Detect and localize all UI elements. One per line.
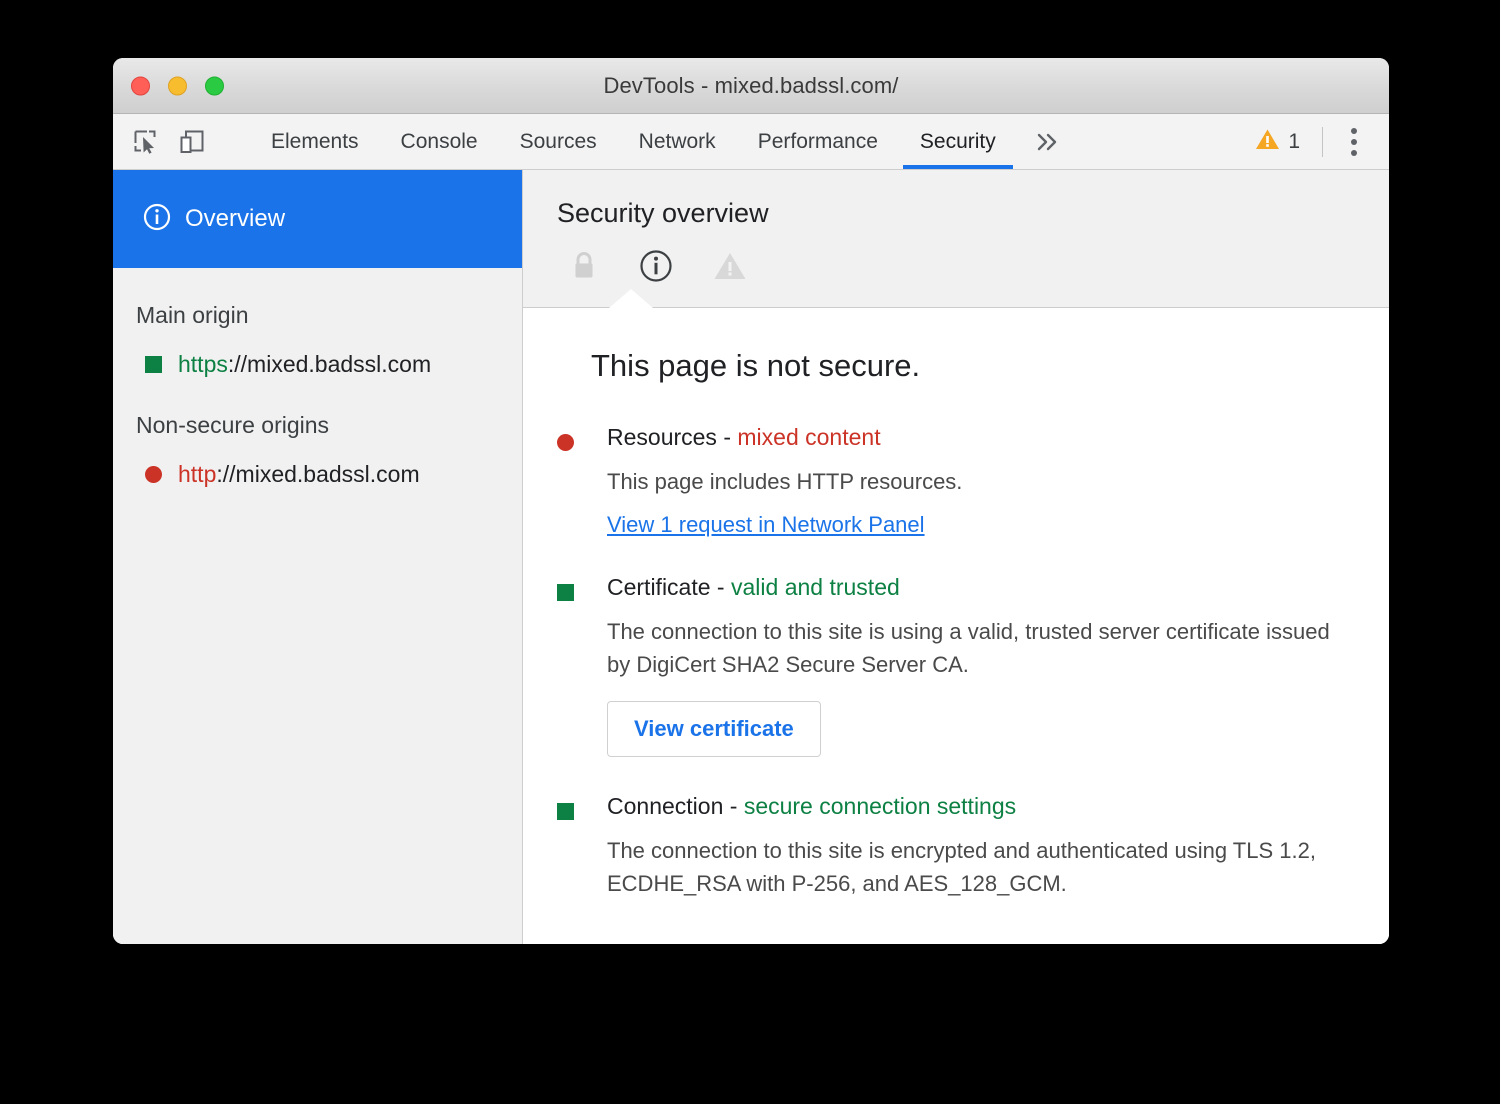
sidebar-group-title-main-origin: Main origin [113,268,522,329]
toolbar-icon-group [113,114,242,169]
explanation-title: Connection - secure connection settings [607,793,1349,820]
tab-network[interactable]: Network [618,114,737,169]
tab-label: Performance [758,130,878,154]
info-circle-icon [143,203,171,236]
explanation-marker [557,574,607,757]
explanation-status: valid and trusted [731,574,900,600]
tab-performance[interactable]: Performance [737,114,899,169]
tab-console[interactable]: Console [380,114,499,169]
explanation-description: The connection to this site is encrypted… [607,834,1349,900]
devtools-window: DevTools - mixed.badssl.com/ Elements [113,58,1389,944]
panel-header: Security overview [523,170,1389,308]
inspect-element-icon[interactable] [131,127,161,157]
origin-host: ://mixed.badssl.com [228,351,431,377]
sidebar-item-overview[interactable]: Overview [113,170,522,268]
sidebar-group-title-non-secure-origins: Non-secure origins [113,378,522,439]
warning-triangle-icon [1255,128,1280,156]
explanation-dash: - [723,793,743,819]
explanation-connection: Connection - secure connection settings … [557,793,1349,900]
warning-count: 1 [1288,130,1300,154]
explanation-description: This page includes HTTP resources. [607,465,1349,498]
explanation-marker [557,793,607,900]
panel-tabs: Elements Console Sources Network Perform… [250,114,1079,169]
explanation-label: Certificate [607,574,711,600]
window-titlebar: DevTools - mixed.badssl.com/ [113,58,1389,114]
green-square-icon [557,803,574,820]
explanation-body: Connection - secure connection settings … [607,793,1349,900]
view-certificate-button[interactable]: View certificate [607,701,821,757]
explanation-certificate: Certificate - valid and trusted The conn… [557,574,1349,757]
page-title: Security overview [557,198,1389,229]
explanation-description: The connection to this site is using a v… [607,615,1349,681]
maximize-window-button[interactable] [205,76,224,95]
kebab-menu-icon[interactable] [1339,120,1369,164]
explanation-status: mixed content [737,424,880,450]
device-toolbar-icon[interactable] [177,127,207,157]
green-square-icon [557,584,574,601]
active-state-pointer [609,289,653,308]
tab-security[interactable]: Security [899,114,1017,169]
warning-triangle-icon[interactable] [713,251,747,281]
chevron-double-right-icon[interactable] [1017,114,1079,169]
tab-sources[interactable]: Sources [499,114,618,169]
sidebar-origin-http[interactable]: http://mixed.badssl.com [113,439,522,488]
lock-icon[interactable] [569,250,599,282]
explanation-status: secure connection settings [744,793,1016,819]
origin-scheme: http [178,461,216,487]
origin-label: http://mixed.badssl.com [178,461,420,488]
devtools-toolbar: Elements Console Sources Network Perform… [113,114,1389,170]
explanation-label: Connection [607,793,723,819]
tab-label: Console [401,130,478,154]
toolbar-right-group: 1 [1249,114,1389,169]
origin-label: https://mixed.badssl.com [178,351,431,378]
security-sidebar: Overview Main origin https://mixed.badss… [113,170,523,944]
red-circle-icon [557,434,574,451]
explanation-body: Certificate - valid and trusted The conn… [607,574,1349,757]
window-title: DevTools - mixed.badssl.com/ [113,73,1389,99]
explanation-title: Resources - mixed content [607,424,1349,451]
close-window-button[interactable] [131,76,150,95]
red-circle-icon [145,466,162,483]
explanation-resources: Resources - mixed content This page incl… [557,424,1349,538]
sidebar-item-label: Overview [185,205,285,233]
info-circle-icon[interactable] [639,249,673,283]
security-summary-heading: This page is not secure. [591,348,1349,384]
tab-label: Elements [271,130,359,154]
warning-badge[interactable]: 1 [1249,128,1306,156]
tab-label: Security [920,130,996,154]
green-square-icon [145,356,162,373]
explanation-dash: - [717,424,737,450]
explanation-dash: - [711,574,731,600]
traffic-lights [131,76,224,95]
security-explanations: This page is not secure. Resources - mix… [523,308,1389,944]
view-requests-link[interactable]: View 1 request in Network Panel [607,512,925,538]
origin-scheme: https [178,351,228,377]
explanation-label: Resources [607,424,717,450]
minimize-window-button[interactable] [168,76,187,95]
security-main-panel: Security overview [523,170,1389,944]
security-state-icons [557,249,1389,283]
origin-host: ://mixed.badssl.com [216,461,419,487]
tab-label: Network [639,130,716,154]
tab-elements[interactable]: Elements [250,114,380,169]
toolbar-divider [1322,127,1323,157]
explanation-marker [557,424,607,538]
sidebar-origin-https[interactable]: https://mixed.badssl.com [113,329,522,378]
explanation-title: Certificate - valid and trusted [607,574,1349,601]
tab-label: Sources [520,130,597,154]
security-panel: Overview Main origin https://mixed.badss… [113,170,1389,944]
explanation-body: Resources - mixed content This page incl… [607,424,1349,538]
